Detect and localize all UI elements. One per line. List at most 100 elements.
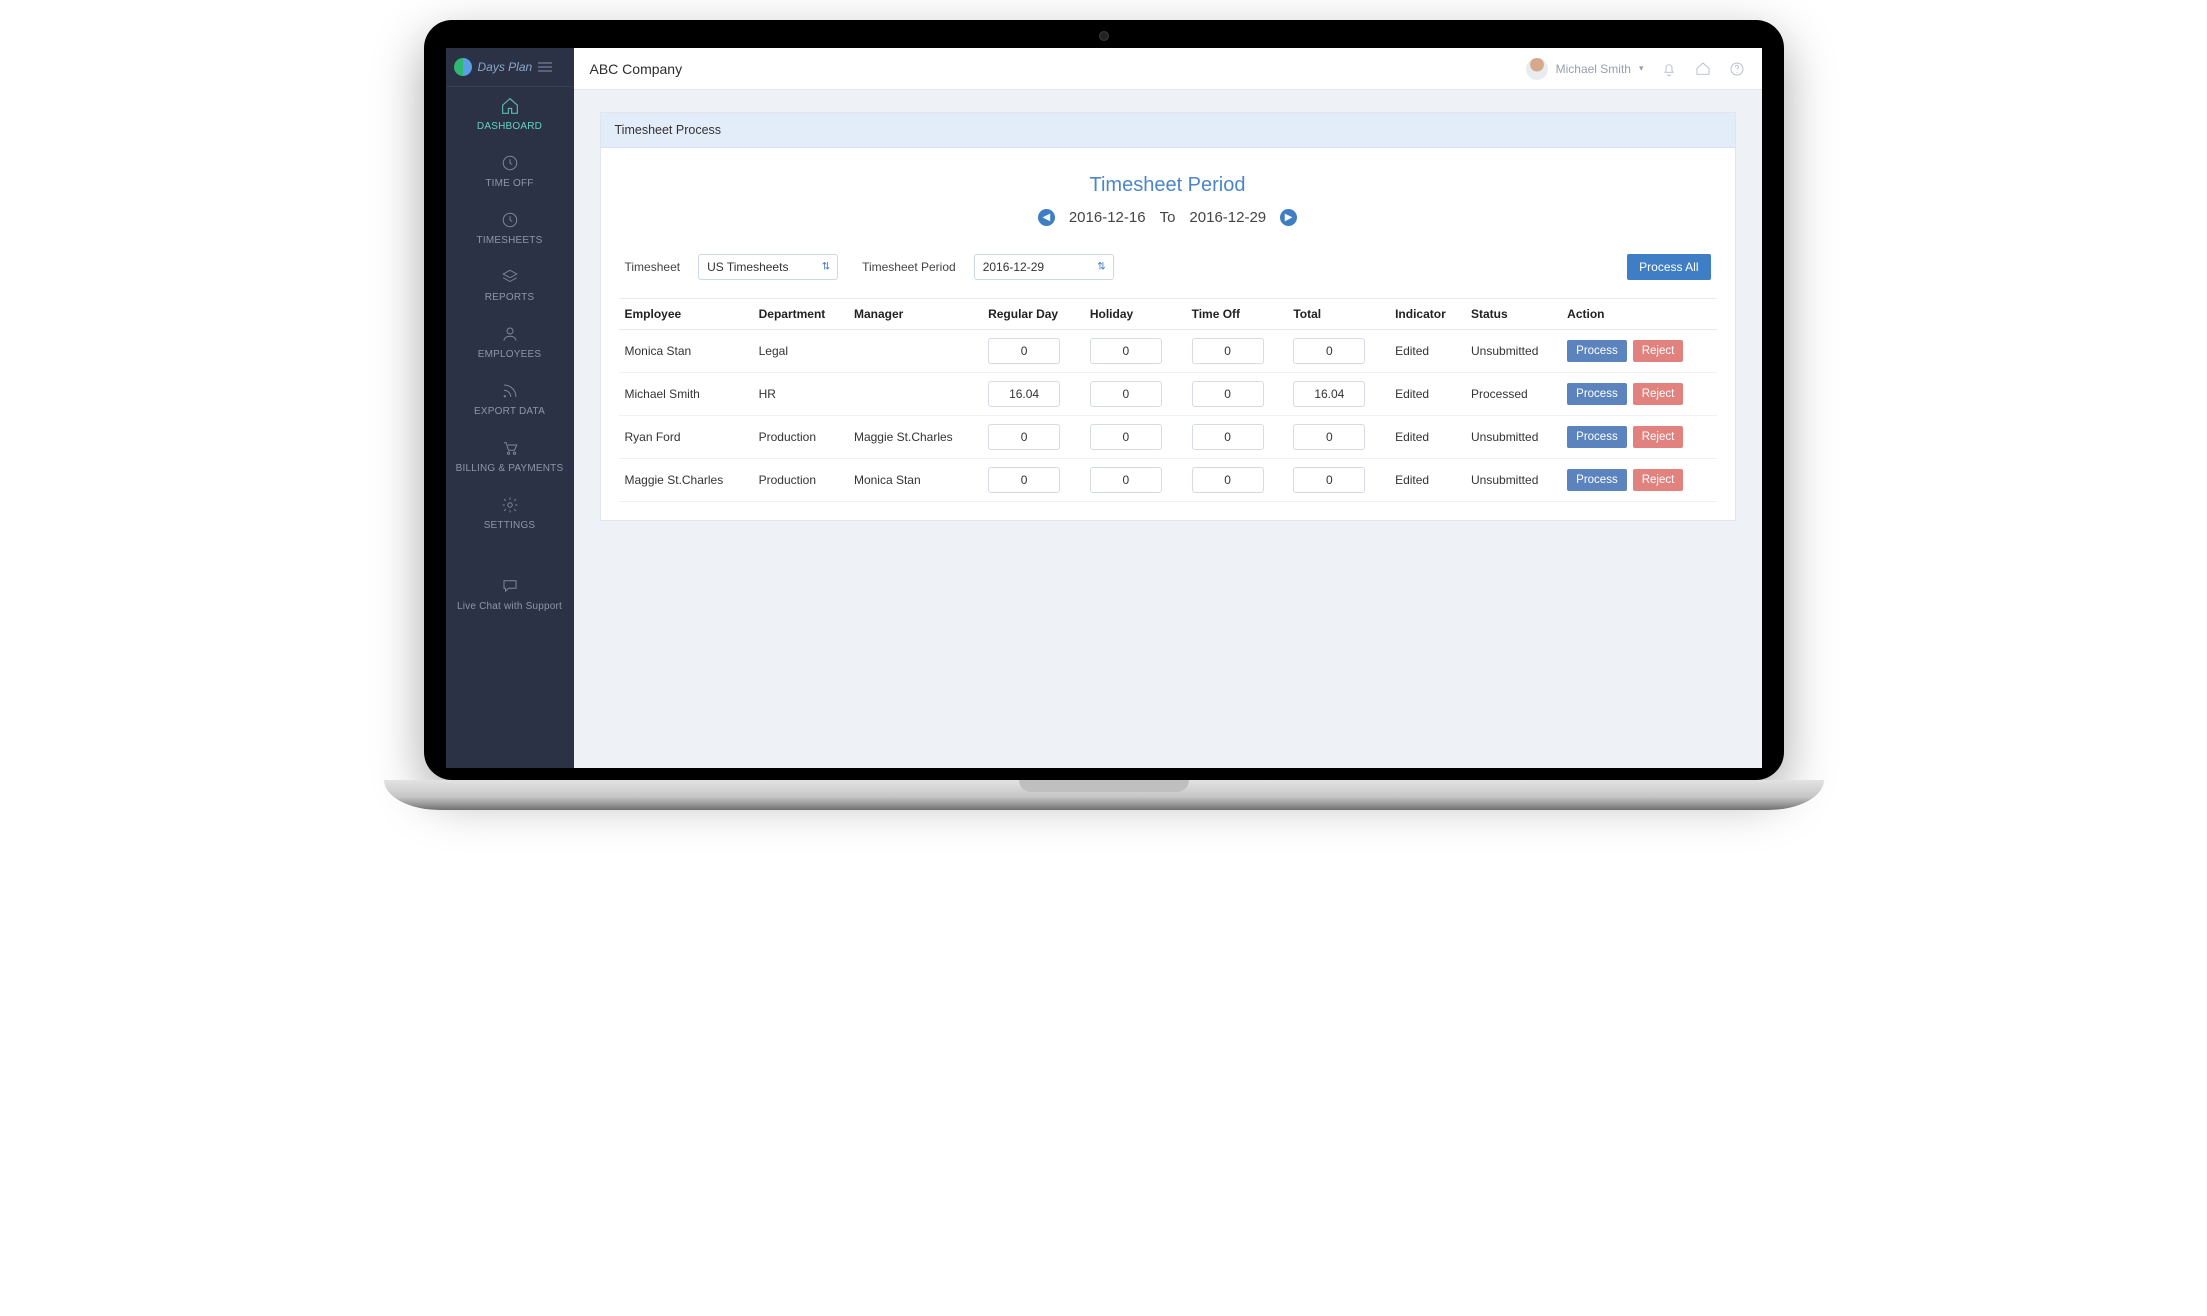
panel-title: Timesheet Process [601, 113, 1735, 148]
user-menu[interactable]: Michael Smith ▾ [1526, 58, 1644, 80]
process-button[interactable]: Process [1567, 383, 1627, 405]
col-department: Department [753, 299, 848, 330]
sidebar-item-reports[interactable]: REPORTS [446, 258, 574, 315]
brand-name: Days Plan [478, 60, 533, 74]
cell-status: Processed [1465, 373, 1561, 416]
bell-icon[interactable] [1660, 60, 1678, 78]
user-name: Michael Smith [1556, 62, 1631, 76]
table-row: Monica Stan Legal Edited Unsubmitted Pro… [619, 330, 1717, 373]
cell-indicator: Edited [1389, 459, 1465, 502]
col-indicator: Indicator [1389, 299, 1465, 330]
process-button[interactable]: Process [1567, 340, 1627, 362]
sidebar-item-timesheets[interactable]: TIMESHEETS [446, 201, 574, 258]
regular-input[interactable] [988, 338, 1060, 364]
camera-icon [1099, 31, 1109, 41]
laptop-screen: Days Plan DASHBOARD TIME OFF TIMESHEETS [424, 20, 1784, 780]
reject-button[interactable]: Reject [1633, 426, 1684, 448]
period-prev-button[interactable]: ◀ [1038, 209, 1055, 226]
col-manager: Manager [848, 299, 982, 330]
help-icon[interactable] [1728, 60, 1746, 78]
home-icon [500, 97, 520, 115]
rss-icon [501, 382, 519, 400]
cell-employee: Maggie St.Charles [619, 459, 753, 502]
regular-input[interactable] [988, 381, 1060, 407]
chevron-updown-icon: ⇅ [1097, 262, 1105, 273]
sidebar-item-exportdata[interactable]: EXPORT DATA [446, 372, 574, 429]
period-from: 2016-12-16 [1069, 209, 1146, 226]
topbar: ABC Company Michael Smith ▾ [574, 48, 1762, 90]
process-button[interactable]: Process [1567, 469, 1627, 491]
col-total: Total [1287, 299, 1389, 330]
total-input[interactable] [1293, 467, 1365, 493]
period-next-button[interactable]: ▶ [1280, 209, 1297, 226]
reject-button[interactable]: Reject [1633, 340, 1684, 362]
cell-department: HR [753, 373, 848, 416]
table-row: Michael Smith HR Edited Processed Proces… [619, 373, 1717, 416]
col-holiday: Holiday [1084, 299, 1186, 330]
company-title: ABC Company [590, 61, 683, 77]
sidebar-item-timeoff[interactable]: TIME OFF [446, 144, 574, 201]
timeoff-input[interactable] [1192, 467, 1264, 493]
cell-manager [848, 330, 982, 373]
cell-manager [848, 373, 982, 416]
brand[interactable]: Days Plan [446, 48, 574, 87]
menu-toggle-icon[interactable] [538, 62, 552, 72]
regular-input[interactable] [988, 467, 1060, 493]
process-all-button[interactable]: Process All [1627, 254, 1710, 280]
holiday-input[interactable] [1090, 338, 1162, 364]
reject-button[interactable]: Reject [1633, 469, 1684, 491]
table-row: Maggie St.Charles Production Monica Stan… [619, 459, 1717, 502]
timesheet-panel: Timesheet Process Timesheet Period ◀ 201… [600, 112, 1736, 521]
holiday-input[interactable] [1090, 467, 1162, 493]
timesheet-table: Employee Department Manager Regular Day … [619, 298, 1717, 502]
sidebar-item-settings[interactable]: SETTINGS [446, 486, 574, 543]
cell-status: Unsubmitted [1465, 330, 1561, 373]
total-input[interactable] [1293, 424, 1365, 450]
period-title: Timesheet Period [619, 174, 1717, 197]
process-button[interactable]: Process [1567, 426, 1627, 448]
cell-status: Unsubmitted [1465, 416, 1561, 459]
period-to-label: To [1160, 209, 1176, 226]
gear-icon [501, 496, 519, 514]
table-row: Ryan Ford Production Maggie St.Charles E… [619, 416, 1717, 459]
cell-department: Production [753, 416, 848, 459]
total-input[interactable] [1293, 381, 1365, 407]
cell-status: Unsubmitted [1465, 459, 1561, 502]
period-label: Timesheet Period [862, 260, 956, 274]
cell-department: Legal [753, 330, 848, 373]
cell-employee: Monica Stan [619, 330, 753, 373]
cell-employee: Michael Smith [619, 373, 753, 416]
period-select[interactable]: 2016-12-29 ⇅ [974, 254, 1114, 280]
col-regular: Regular Day [982, 299, 1084, 330]
timeoff-input[interactable] [1192, 338, 1264, 364]
sidebar-item-employees[interactable]: EMPLOYEES [446, 315, 574, 372]
laptop-frame: Days Plan DASHBOARD TIME OFF TIMESHEETS [424, 20, 1784, 810]
clock-icon [501, 154, 519, 172]
sidebar: Days Plan DASHBOARD TIME OFF TIMESHEETS [446, 48, 574, 768]
reject-button[interactable]: Reject [1633, 383, 1684, 405]
laptop-base [384, 780, 1824, 810]
sidebar-item-billing[interactable]: BILLING & PAYMENTS [446, 429, 574, 486]
holiday-input[interactable] [1090, 424, 1162, 450]
cell-department: Production [753, 459, 848, 502]
sidebar-item-dashboard[interactable]: DASHBOARD [446, 87, 574, 144]
timesheet-select[interactable]: US Timesheets ⇅ [698, 254, 838, 280]
avatar [1526, 58, 1548, 80]
user-icon [501, 325, 519, 343]
app-window: Days Plan DASHBOARD TIME OFF TIMESHEETS [446, 48, 1762, 768]
col-action: Action [1561, 299, 1716, 330]
sidebar-item-chat[interactable]: Live Chat with Support [446, 567, 574, 624]
brand-logo-icon [454, 58, 472, 76]
home-icon[interactable] [1694, 60, 1712, 78]
timeoff-input[interactable] [1192, 424, 1264, 450]
cell-indicator: Edited [1389, 373, 1465, 416]
period-range: ◀ 2016-12-16 To 2016-12-29 ▶ [619, 209, 1717, 226]
regular-input[interactable] [988, 424, 1060, 450]
total-input[interactable] [1293, 338, 1365, 364]
holiday-input[interactable] [1090, 381, 1162, 407]
laptop-notch [1019, 780, 1189, 792]
col-status: Status [1465, 299, 1561, 330]
filter-row: Timesheet US Timesheets ⇅ Timesheet Peri… [619, 254, 1717, 298]
cell-indicator: Edited [1389, 416, 1465, 459]
timeoff-input[interactable] [1192, 381, 1264, 407]
